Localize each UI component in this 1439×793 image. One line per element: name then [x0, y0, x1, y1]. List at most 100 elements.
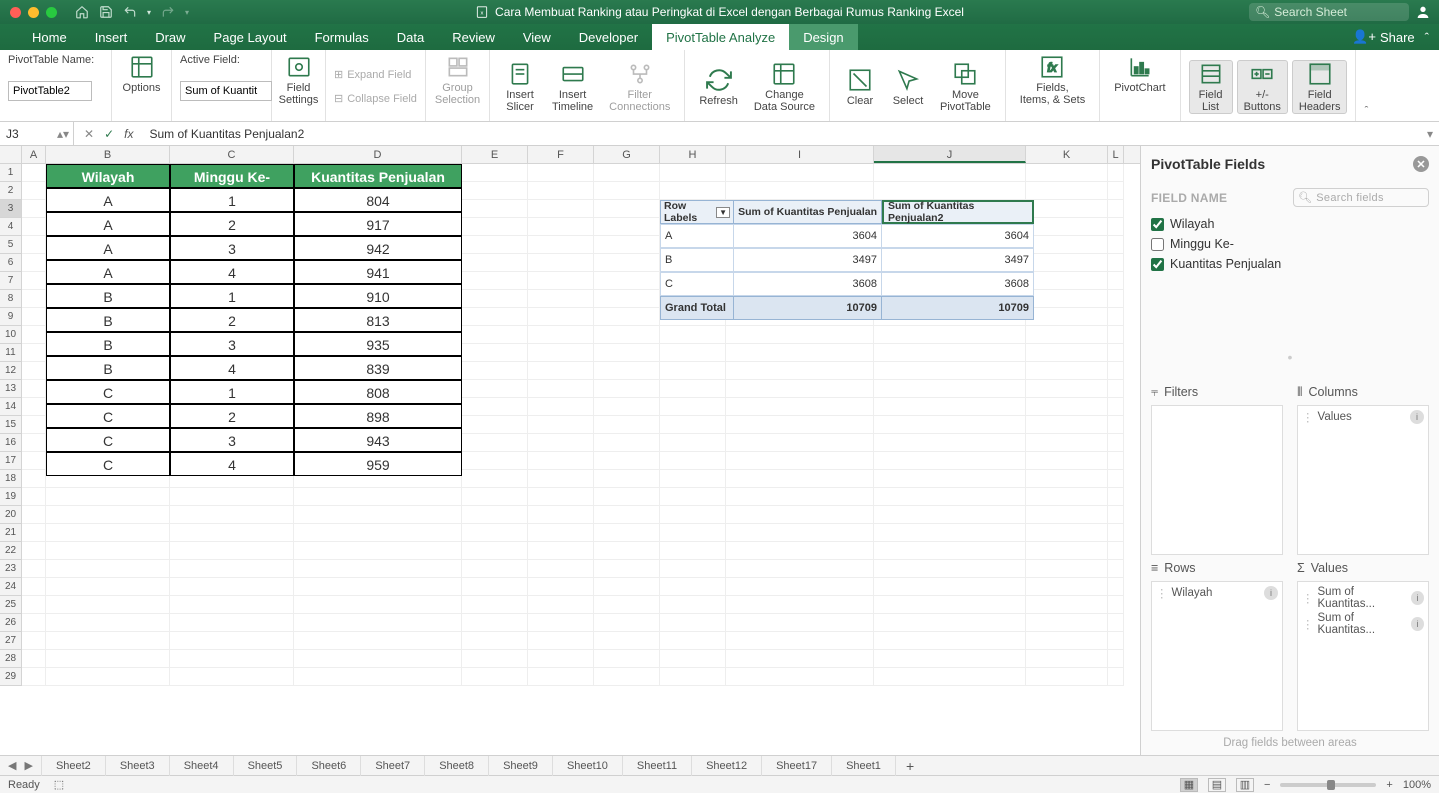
table-cell[interactable]: 3 [170, 428, 294, 452]
pivot-table[interactable]: Row Labels▼ Sum of Kuantitas Penjualan S… [660, 200, 1034, 320]
cancel-formula-icon[interactable]: ✕ [84, 127, 94, 141]
sheet-tab-sheet3[interactable]: Sheet3 [106, 756, 170, 776]
table-cell[interactable]: 2 [170, 404, 294, 428]
active-field-input[interactable] [180, 81, 272, 101]
area-item[interactable]: ⋮ Wilayahi [1156, 586, 1278, 600]
tab-data[interactable]: Data [383, 24, 438, 50]
table-cell[interactable]: 4 [170, 260, 294, 284]
rows-drop-area[interactable]: ⋮ Wilayahi [1151, 581, 1283, 731]
table-cell[interactable]: B [46, 308, 170, 332]
tab-home[interactable]: Home [18, 24, 81, 50]
prev-sheet-button[interactable]: ◀ [8, 759, 16, 772]
plus-minus-buttons-button[interactable]: +/- Buttons [1237, 60, 1288, 114]
filters-drop-area[interactable] [1151, 405, 1283, 555]
row-labels-filter-icon[interactable]: ▼ [716, 207, 730, 218]
add-sheet-button[interactable]: + [896, 758, 924, 774]
table-cell[interactable]: 3 [170, 332, 294, 356]
row-header-20[interactable]: 20 [0, 506, 22, 524]
redo-dropdown-icon[interactable]: ▾ [185, 8, 189, 17]
table-cell[interactable]: C [46, 452, 170, 476]
table-cell[interactable]: 1 [170, 380, 294, 404]
field-settings-button[interactable]: Field Settings [273, 54, 325, 106]
values-drop-area[interactable]: ⋮ Sum of Kuantitas...i⋮ Sum of Kuantitas… [1297, 581, 1429, 731]
sheet-tab-sheet10[interactable]: Sheet10 [553, 756, 623, 776]
fx-icon[interactable]: fx [124, 127, 133, 141]
enter-formula-icon[interactable]: ✓ [104, 127, 114, 141]
table-cell[interactable]: 1 [170, 284, 294, 308]
zoom-slider[interactable] [1280, 783, 1376, 787]
save-icon[interactable] [99, 5, 113, 19]
pivot-cell[interactable]: 3604 [734, 224, 882, 248]
page-break-view-button[interactable]: ▥ [1236, 778, 1254, 792]
area-item[interactable]: ⋮ Sum of Kuantitas...i [1302, 586, 1424, 610]
column-header-B[interactable]: B [46, 146, 170, 163]
pivot-cell[interactable]: 3608 [882, 272, 1034, 296]
tab-page-layout[interactable]: Page Layout [200, 24, 301, 50]
column-header-L[interactable]: L [1108, 146, 1124, 163]
pivot-cell[interactable]: 3608 [734, 272, 882, 296]
table-cell[interactable]: 898 [294, 404, 462, 428]
tab-view[interactable]: View [509, 24, 565, 50]
row-header-9[interactable]: 9 [0, 308, 22, 326]
insert-slicer-button[interactable]: Insert Slicer [498, 61, 542, 113]
ribbon-toggle-icon[interactable]: ˆ [1425, 30, 1429, 45]
pivot-cell[interactable]: 3497 [734, 248, 882, 272]
table-cell[interactable]: 935 [294, 332, 462, 356]
row-header-2[interactable]: 2 [0, 182, 22, 200]
row-header-27[interactable]: 27 [0, 632, 22, 650]
sheet-tab-sheet11[interactable]: Sheet11 [623, 756, 692, 776]
row-header-23[interactable]: 23 [0, 560, 22, 578]
tab-review[interactable]: Review [438, 24, 509, 50]
row-header-3[interactable]: 3 [0, 200, 22, 218]
table-cell[interactable]: 3 [170, 236, 294, 260]
expand-field-button[interactable]: ⊞Expand Field [334, 66, 417, 84]
row-header-24[interactable]: 24 [0, 578, 22, 596]
select-button[interactable]: Select [886, 67, 930, 107]
table-cell[interactable]: B [46, 284, 170, 308]
table-cell[interactable]: 804 [294, 188, 462, 212]
column-header-I[interactable]: I [726, 146, 874, 163]
sheet-tab-sheet8[interactable]: Sheet8 [425, 756, 489, 776]
search-sheet-input[interactable]: 🔍︎ Search Sheet [1249, 3, 1409, 21]
zoom-level[interactable]: 100% [1403, 779, 1431, 791]
column-header-C[interactable]: C [170, 146, 294, 163]
row-header-15[interactable]: 15 [0, 416, 22, 434]
ribbon-collapse-button[interactable]: ˆ [1356, 50, 1376, 121]
field-list-button[interactable]: Field List [1189, 60, 1233, 114]
table-cell[interactable]: 943 [294, 428, 462, 452]
close-window-button[interactable] [10, 7, 21, 18]
sheet-tab-sheet17[interactable]: Sheet17 [762, 756, 832, 776]
search-fields-input[interactable]: 🔍︎Search fields [1293, 188, 1429, 207]
row-header-6[interactable]: 6 [0, 254, 22, 272]
sheet-tab-sheet7[interactable]: Sheet7 [361, 756, 425, 776]
field-checkbox[interactable] [1151, 258, 1164, 271]
row-header-19[interactable]: 19 [0, 488, 22, 506]
row-header-28[interactable]: 28 [0, 650, 22, 668]
column-header-A[interactable]: A [22, 146, 46, 163]
row-header-4[interactable]: 4 [0, 218, 22, 236]
sheet-tab-sheet2[interactable]: Sheet2 [41, 756, 106, 776]
table-cell[interactable]: 2 [170, 308, 294, 332]
formula-input[interactable]: Sum of Kuantitas Penjualan2 [143, 127, 304, 141]
column-header-D[interactable]: D [294, 146, 462, 163]
row-header-12[interactable]: 12 [0, 362, 22, 380]
row-header-25[interactable]: 25 [0, 596, 22, 614]
pivottable-name-input[interactable] [8, 81, 92, 101]
tab-pivottable-analyze[interactable]: PivotTable Analyze [652, 24, 789, 50]
close-panel-button[interactable]: ✕ [1413, 156, 1429, 172]
column-header-G[interactable]: G [594, 146, 660, 163]
pivot-row-labels-header[interactable]: Row Labels▼ [660, 200, 734, 224]
field-kuantitas-penjualan[interactable]: Kuantitas Penjualan [1151, 257, 1429, 271]
row-header-29[interactable]: 29 [0, 668, 22, 686]
table-cell[interactable]: 959 [294, 452, 462, 476]
zoom-window-button[interactable] [46, 7, 57, 18]
group-selection-button[interactable]: Group Selection [429, 54, 486, 106]
row-header-11[interactable]: 11 [0, 344, 22, 362]
column-header-H[interactable]: H [660, 146, 726, 163]
field-headers-button[interactable]: Field Headers [1292, 60, 1348, 114]
sheet-tab-sheet1[interactable]: Sheet1 [832, 756, 896, 776]
column-header-J[interactable]: J [874, 146, 1026, 163]
table-cell[interactable]: 941 [294, 260, 462, 284]
pivot-cell[interactable]: A [660, 224, 734, 248]
row-header-21[interactable]: 21 [0, 524, 22, 542]
